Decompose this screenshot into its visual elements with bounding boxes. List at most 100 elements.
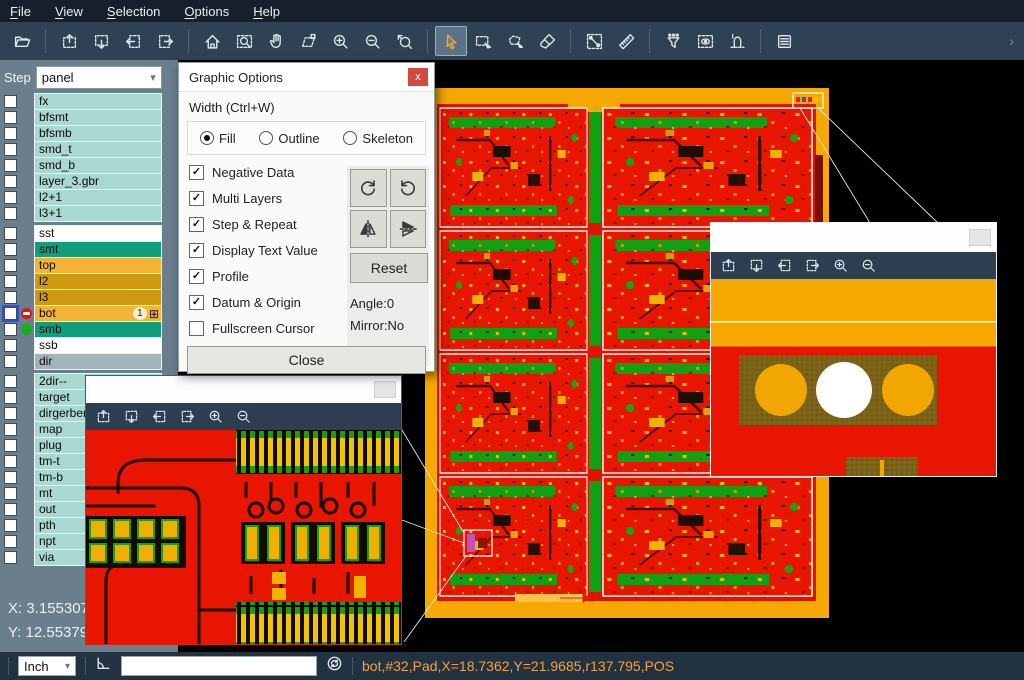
pan-up-button[interactable]: [721, 258, 736, 273]
layer-checkbox[interactable]: [4, 439, 17, 452]
pan-down-button[interactable]: [85, 26, 117, 56]
layer-checkbox[interactable]: [4, 487, 17, 500]
layer-name[interactable]: dir: [34, 353, 162, 370]
radio-fill[interactable]: Fill: [200, 131, 236, 146]
step-select[interactable]: panel ▾: [36, 66, 162, 89]
layer-checkbox[interactable]: [4, 191, 17, 204]
layer-checkbox[interactable]: [4, 471, 17, 484]
measure-distance-button[interactable]: [578, 26, 610, 56]
unit-select[interactable]: Inch ▾: [18, 656, 76, 676]
layer-checkbox[interactable]: [4, 159, 17, 172]
layer-name[interactable]: fx: [34, 93, 162, 110]
menu-file[interactable]: File: [10, 4, 31, 19]
layer-checkbox[interactable]: [4, 519, 17, 532]
pan-right-button[interactable]: [805, 258, 820, 273]
layer-name[interactable]: top: [34, 257, 162, 274]
zoom-in-button[interactable]: [208, 409, 223, 424]
layer-checkbox[interactable]: [4, 551, 17, 564]
home-button[interactable]: [196, 26, 228, 56]
menu-options[interactable]: Options: [184, 4, 229, 19]
layer-checkbox[interactable]: [4, 143, 17, 156]
layer-name[interactable]: bfsmt: [34, 109, 162, 126]
close-button[interactable]: Close: [187, 346, 426, 374]
layer-name[interactable]: l3+1: [34, 205, 162, 222]
magnifier-view[interactable]: [86, 430, 401, 644]
mirror-horizontal-button[interactable]: [350, 210, 387, 248]
layer-checkbox[interactable]: [4, 291, 17, 304]
angle-tool-icon[interactable]: [95, 655, 112, 677]
layer-checkbox[interactable]: [4, 391, 17, 404]
layer-name[interactable]: l3: [34, 289, 162, 306]
layer-checkbox[interactable]: [4, 535, 17, 548]
status-input[interactable]: [121, 656, 317, 676]
layer-name[interactable]: bot1⊞: [34, 305, 162, 322]
pan-left-button[interactable]: [117, 26, 149, 56]
checkbox-datum-origin[interactable]: ✓Datum & Origin: [189, 295, 351, 310]
snap-button[interactable]: [721, 26, 753, 56]
checkbox-profile[interactable]: ✓Profile: [189, 269, 351, 284]
pan-right-button[interactable]: [180, 409, 195, 424]
magnifier-window-right[interactable]: [710, 222, 997, 477]
checkbox-step-repeat[interactable]: ✓Step & Repeat: [189, 217, 351, 232]
clear-brush-button[interactable]: [531, 26, 563, 56]
pan-down-button[interactable]: [124, 409, 139, 424]
radio-skeleton[interactable]: Skeleton: [343, 131, 413, 146]
pan-left-button[interactable]: [152, 409, 167, 424]
layer-checkbox[interactable]: [4, 339, 17, 352]
layer-checkbox[interactable]: [4, 207, 17, 220]
layer-checkbox[interactable]: [4, 307, 17, 320]
layer-checkbox[interactable]: [4, 375, 17, 388]
filter-button[interactable]: [657, 26, 689, 56]
pan-up-button[interactable]: [53, 26, 85, 56]
layer-name[interactable]: l2+1: [34, 189, 162, 206]
toolbar-overflow-icon[interactable]: ›: [1009, 33, 1018, 49]
magnifier-view[interactable]: [711, 279, 996, 476]
checkbox-multi-layers[interactable]: ✓Multi Layers: [189, 191, 351, 206]
zoom-out-button[interactable]: [861, 258, 876, 273]
view-options-button[interactable]: [689, 26, 721, 56]
select-polygon-button[interactable]: [499, 26, 531, 56]
layer-name[interactable]: ssb: [34, 337, 162, 354]
red-indicator-icon[interactable]: [21, 308, 32, 319]
layer-name[interactable]: smd_t: [34, 141, 162, 158]
layer-checkbox[interactable]: [4, 455, 17, 468]
layer-checkbox[interactable]: [4, 355, 17, 368]
dialog-close-button[interactable]: x: [408, 68, 428, 86]
checkbox-negative-data[interactable]: ✓Negative Data: [189, 165, 351, 180]
magnifier-title-bar[interactable]: [711, 223, 996, 252]
layer-name[interactable]: bfsmb: [34, 125, 162, 142]
pan-hand-button[interactable]: [260, 26, 292, 56]
layer-checkbox[interactable]: [4, 175, 17, 188]
reset-button[interactable]: Reset: [350, 253, 428, 283]
layer-name[interactable]: smt: [34, 241, 162, 258]
layer-name[interactable]: l2: [34, 273, 162, 290]
mirror-vertical-button[interactable]: [390, 210, 427, 248]
layer-checkbox[interactable]: [4, 111, 17, 124]
sync-icon[interactable]: [326, 655, 343, 677]
checkbox-display-text-value[interactable]: ✓Display Text Value: [189, 243, 351, 258]
rotate-cw-button[interactable]: [350, 169, 387, 207]
layer-checkbox[interactable]: [4, 243, 17, 256]
magnifier-window-bottom-left[interactable]: [85, 375, 402, 645]
checkbox-fullscreen-cursor[interactable]: Fullscreen Cursor: [189, 321, 351, 336]
menu-selection[interactable]: Selection: [107, 4, 160, 19]
zoom-out-button[interactable]: [356, 26, 388, 56]
select-cursor-button[interactable]: [435, 26, 467, 56]
zoom-selection-button[interactable]: [292, 26, 324, 56]
green-indicator-icon[interactable]: [21, 324, 32, 335]
radio-outline[interactable]: Outline: [259, 131, 319, 146]
menu-view[interactable]: View: [55, 4, 83, 19]
zoom-in-button[interactable]: [833, 258, 848, 273]
pan-down-button[interactable]: [749, 258, 764, 273]
zoom-out-button[interactable]: [236, 409, 251, 424]
layer-checkbox[interactable]: [4, 407, 17, 420]
layer-name[interactable]: smd_b: [34, 157, 162, 174]
rotate-ccw-button[interactable]: [390, 169, 427, 207]
ruler-button[interactable]: [610, 26, 642, 56]
pan-left-button[interactable]: [777, 258, 792, 273]
layer-name[interactable]: layer_3.gbr: [34, 173, 162, 190]
layer-checkbox[interactable]: [4, 323, 17, 336]
zoom-window-button[interactable]: [228, 26, 260, 56]
magnifier-title-bar[interactable]: [86, 376, 401, 403]
magnifier-close-button[interactable]: [969, 229, 991, 246]
